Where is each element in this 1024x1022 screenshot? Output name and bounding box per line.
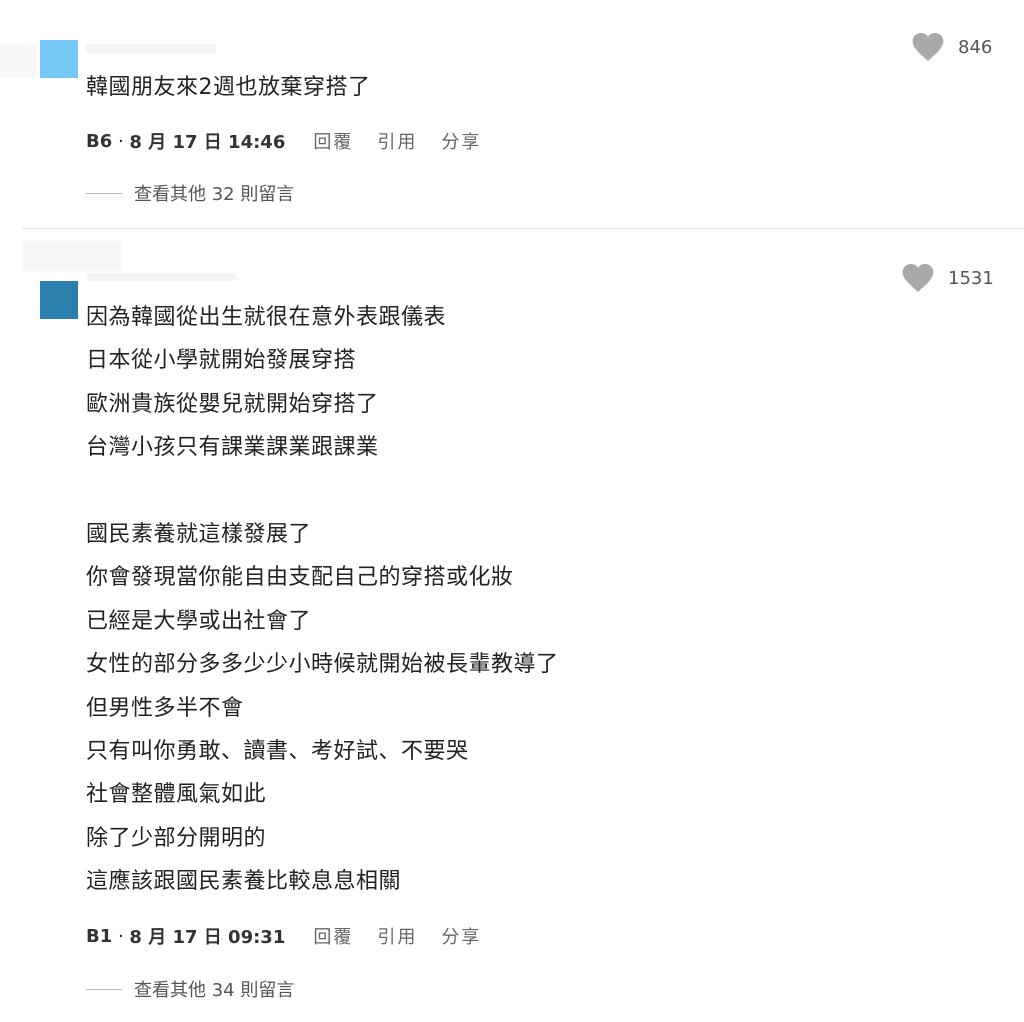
replies-dash <box>86 988 122 990</box>
view-more-replies-label: 查看其他 32 則留言 <box>134 184 295 205</box>
avatar[interactable] <box>40 281 78 319</box>
replies-dash <box>86 192 122 194</box>
comment-line: 台灣小孩只有課業課業跟課業 <box>86 435 379 461</box>
comment-line: 因為韓國從出生就很在意外表跟儀表 <box>86 305 447 330</box>
username-redacted <box>0 44 36 78</box>
like-button[interactable]: 846 <box>912 32 992 62</box>
comment-line: 這應該跟國民素養比較息息相關 <box>86 869 402 895</box>
comment-text: 韓國朋友來2週也放棄穿搭了 <box>86 66 371 109</box>
like-button[interactable]: 1531 <box>902 263 994 293</box>
comment-line: 韓國朋友來2週也放棄穿搭了 <box>86 75 371 100</box>
comment-line: 歐洲貴族從嬰兒就開始穿搭了 <box>86 391 379 417</box>
comment-line: 社會整體風氣如此 <box>86 782 267 808</box>
username-redacted <box>86 44 216 54</box>
avatar[interactable] <box>40 40 78 78</box>
timestamp: 8 月 17 日 14:46 <box>129 132 286 153</box>
username-redacted <box>22 241 122 271</box>
comment-line: 但男性多半不會 <box>86 695 244 721</box>
timestamp: 8 月 17 日 09:31 <box>129 927 286 948</box>
comment-b6: 846 韓國朋友來2週也放棄穿搭了 B6 · 8 月 17 日 14:46 回覆… <box>0 0 1024 228</box>
share-button[interactable]: 分享 <box>441 128 481 154</box>
like-count: 846 <box>958 36 993 58</box>
comment-meta: B6 · 8 月 17 日 14:46 回覆 引用 分享 <box>86 128 481 154</box>
comment-line: 女性的部分多多少少小時候就開始被長輩教導了 <box>86 652 559 678</box>
view-more-replies[interactable]: 查看其他 32 則留言 <box>86 180 294 206</box>
comment-text: 因為韓國從出生就很在意外表跟儀表 日本從小學就開始發展穿搭 歐洲貴族從嬰兒就開始… <box>86 296 559 904</box>
floor-number: B1 <box>86 925 113 947</box>
quote-button[interactable]: 引用 <box>377 128 417 154</box>
quote-button[interactable]: 引用 <box>377 923 417 949</box>
username-redacted <box>86 273 236 281</box>
comment-b1: 1531 因為韓國從出生就很在意外表跟儀表 日本從小學就開始發展穿搭 歐洲貴族從… <box>0 229 1024 1022</box>
comment-line: 國民素養就這樣發展了 <box>86 522 312 548</box>
meta-separator: · <box>112 130 130 152</box>
view-more-replies[interactable]: 查看其他 34 則留言 <box>86 976 294 1002</box>
comment-line: 你會發現當你能自由支配自己的穿搭或化妝 <box>86 565 514 591</box>
comment-line: 除了少部分開明的 <box>86 825 267 851</box>
comment-meta: B1 · 8 月 17 日 09:31 回覆 引用 分享 <box>86 923 481 949</box>
like-count: 1531 <box>948 267 994 289</box>
meta-separator: · <box>112 925 130 947</box>
comment-line: 只有叫你勇敢、讀書、考好試、不要哭 <box>86 739 469 765</box>
heart-icon <box>902 264 934 292</box>
reply-button[interactable]: 回覆 <box>313 128 353 154</box>
share-button[interactable]: 分享 <box>441 923 481 949</box>
reply-button[interactable]: 回覆 <box>313 923 353 949</box>
comment-line: 日本從小學就開始發展穿搭 <box>86 348 357 374</box>
view-more-replies-label: 查看其他 34 則留言 <box>134 980 295 1001</box>
comment-line: 已經是大學或出社會了 <box>86 608 312 634</box>
floor-number: B6 <box>86 130 113 152</box>
heart-icon <box>912 33 944 61</box>
